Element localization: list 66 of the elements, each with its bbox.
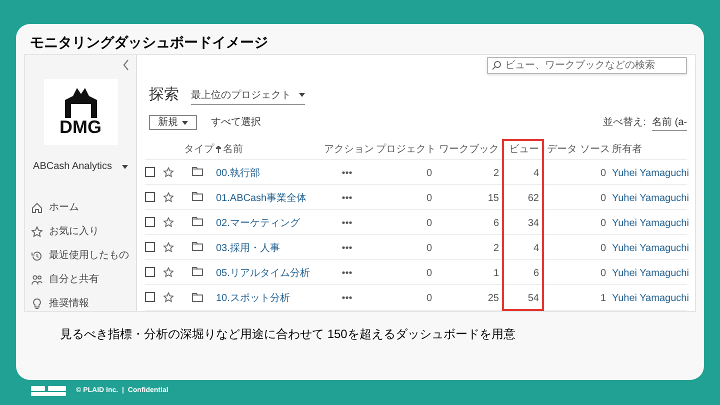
table-cell: 4 bbox=[533, 168, 539, 179]
table-cell: 1 bbox=[600, 293, 606, 304]
search-field[interactable]: ビュー、ワークブックなどの検索 bbox=[487, 57, 687, 74]
site-selector[interactable]: ABCash Analytics bbox=[33, 159, 112, 174]
new-button[interactable]: 新規 bbox=[149, 115, 197, 130]
slide-caption: 見るべき指標・分析の深堀りなど用途に合わせて 150を超えるダッシュボードを用意 bbox=[59, 326, 516, 343]
logo-text: DMG bbox=[60, 118, 102, 136]
slide-title: モニタリングダッシュボードイメージ bbox=[29, 33, 269, 52]
nav-item[interactable]: 自分と共有 bbox=[49, 272, 99, 287]
nav-item[interactable]: お気に入り bbox=[49, 224, 99, 239]
table-cell: 0 bbox=[426, 293, 432, 304]
project-link[interactable]: 03.採用・人事 bbox=[216, 243, 280, 254]
table-cell: 6 bbox=[533, 268, 539, 279]
table-cell: 15 bbox=[488, 193, 499, 204]
owner-link[interactable]: Yuhei Yamaguchi bbox=[612, 268, 689, 279]
project-link[interactable]: 10.スポット分析 bbox=[216, 293, 290, 304]
table-cell: 25 bbox=[488, 293, 499, 304]
column-header[interactable]: 名前 bbox=[213, 140, 321, 160]
table-cell: 54 bbox=[528, 293, 539, 304]
column-header[interactable]: データ ソース bbox=[543, 140, 609, 160]
project-link[interactable]: 00.執行部 bbox=[216, 168, 260, 179]
column-header[interactable]: 所有者 bbox=[609, 140, 687, 160]
sort-dropdown[interactable]: 名前 (a- bbox=[652, 114, 687, 130]
column-header[interactable]: ワークブック bbox=[435, 140, 503, 160]
table-cell: 0 bbox=[426, 168, 432, 179]
table-cell: 4 bbox=[533, 243, 539, 254]
nav-item[interactable]: ホーム bbox=[49, 200, 79, 215]
table-cell: 0 bbox=[600, 193, 606, 204]
table-cell: 1 bbox=[493, 268, 499, 279]
project-link[interactable]: 01.ABCash事業全体 bbox=[216, 193, 307, 204]
table-cell: 0 bbox=[426, 243, 432, 254]
more-actions-button[interactable]: ••• bbox=[342, 218, 352, 229]
column-header[interactable]: ビュー bbox=[503, 140, 543, 160]
owner-link[interactable]: Yuhei Yamaguchi bbox=[612, 218, 689, 229]
project-link[interactable]: 02.マーケティング bbox=[216, 218, 300, 229]
owner-link[interactable]: Yuhei Yamaguchi bbox=[612, 243, 689, 254]
table-cell: 0 bbox=[600, 218, 606, 229]
more-actions-button[interactable]: ••• bbox=[342, 193, 352, 204]
page-title: 探索 bbox=[149, 85, 179, 105]
more-actions-button[interactable]: ••• bbox=[342, 168, 352, 179]
more-actions-button[interactable]: ••• bbox=[342, 243, 352, 254]
nav-item[interactable]: 最近使用したもの bbox=[49, 248, 129, 263]
table-cell: 0 bbox=[600, 168, 606, 179]
table-cell: 6 bbox=[493, 218, 499, 229]
table-cell: 2 bbox=[493, 168, 499, 179]
more-actions-button[interactable]: ••• bbox=[342, 293, 352, 304]
table-cell: 0 bbox=[426, 268, 432, 279]
table-cell: 62 bbox=[528, 193, 539, 204]
column-header[interactable]: アクション bbox=[321, 140, 373, 160]
project-link[interactable]: 05.リアルタイム分析 bbox=[216, 268, 310, 279]
owner-link[interactable]: Yuhei Yamaguchi bbox=[612, 193, 689, 204]
table-cell: 0 bbox=[600, 243, 606, 254]
table-cell: 2 bbox=[493, 243, 499, 254]
table-cell: 34 bbox=[528, 218, 539, 229]
select-all-link[interactable]: すべて選択 bbox=[211, 115, 261, 130]
column-header[interactable]: タイプ bbox=[181, 140, 213, 160]
project-dropdown[interactable]: 最上位のプロジェクト bbox=[191, 88, 305, 104]
nav-item[interactable]: 推奨情報 bbox=[49, 296, 89, 311]
table-cell: 0 bbox=[426, 218, 432, 229]
more-actions-button[interactable]: ••• bbox=[342, 268, 352, 279]
table-cell: 0 bbox=[600, 268, 606, 279]
sort-label: 並べ替え: bbox=[603, 116, 646, 130]
column-header[interactable]: プロジェクト bbox=[373, 140, 435, 160]
owner-link[interactable]: Yuhei Yamaguchi bbox=[612, 168, 689, 179]
owner-link[interactable]: Yuhei Yamaguchi bbox=[612, 293, 689, 304]
table-cell: 0 bbox=[426, 193, 432, 204]
